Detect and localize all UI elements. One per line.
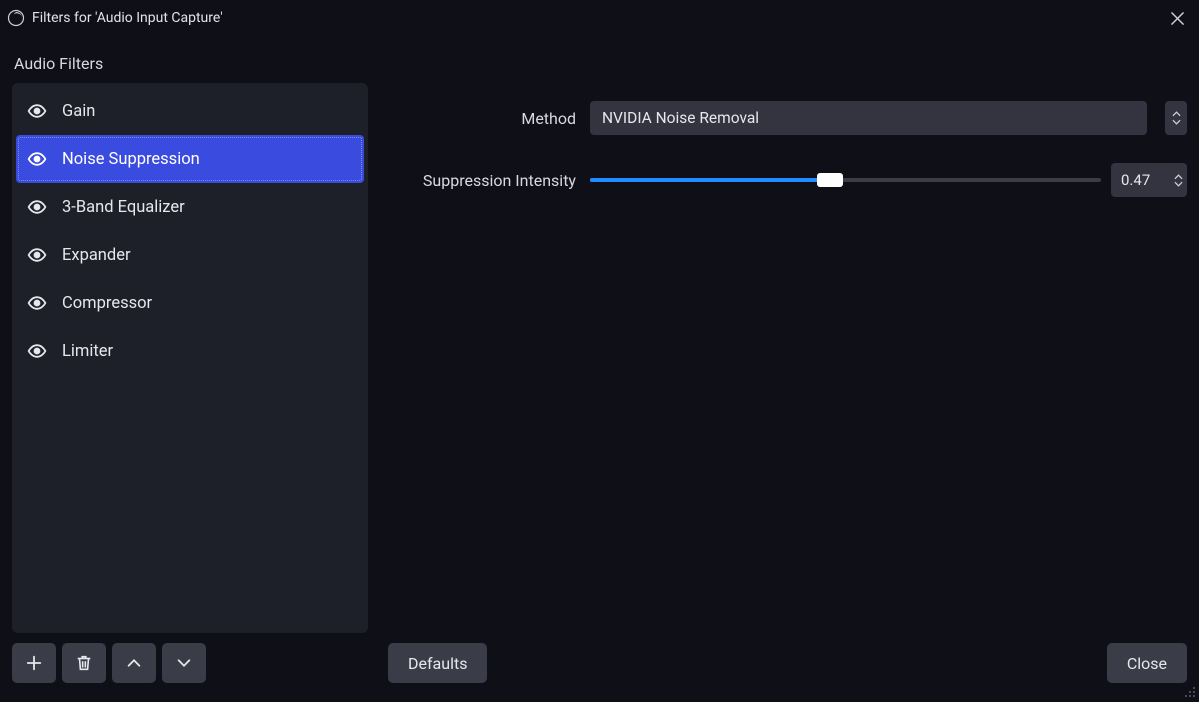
slider-thumb[interactable] [817, 173, 843, 187]
remove-filter-button[interactable] [62, 643, 106, 683]
defaults-button[interactable]: Defaults [388, 643, 487, 683]
filter-item[interactable]: 3-Band Equalizer [16, 183, 364, 231]
method-label: Method [382, 109, 576, 128]
spinbox-up-icon[interactable] [1174, 174, 1183, 180]
filter-item[interactable]: Expander [16, 231, 364, 279]
window-close-button[interactable] [1163, 4, 1191, 32]
move-filter-up-button[interactable] [112, 643, 156, 683]
intensity-label: Suppression Intensity [382, 171, 576, 190]
add-filter-button[interactable] [12, 643, 56, 683]
filter-properties-pane: Method NVIDIA Noise Removal Suppression … [382, 83, 1187, 633]
filter-item-label: Limiter [62, 342, 113, 361]
chevron-up-icon [125, 654, 143, 672]
visibility-toggle-icon[interactable] [26, 100, 48, 122]
filter-item-label: 3-Band Equalizer [62, 198, 185, 217]
visibility-toggle-icon[interactable] [26, 148, 48, 170]
section-label-audio-filters: Audio Filters [14, 54, 1187, 73]
filter-item[interactable]: Compressor [16, 279, 364, 327]
method-select-value: NVIDIA Noise Removal [602, 109, 759, 127]
intensity-row: Suppression Intensity 0.47 [382, 163, 1187, 197]
filter-list: Gain Noise Suppression 3-Band Equalizer Exp… [12, 83, 368, 633]
visibility-toggle-icon[interactable] [26, 340, 48, 362]
visibility-toggle-icon[interactable] [26, 244, 48, 266]
intensity-spinbox[interactable]: 0.47 [1111, 163, 1187, 197]
trash-icon [75, 654, 93, 672]
visibility-toggle-icon[interactable] [26, 196, 48, 218]
close-button-label: Close [1127, 654, 1167, 673]
chevron-down-icon [1172, 119, 1181, 125]
intensity-value: 0.47 [1121, 171, 1174, 189]
filter-item-label: Noise Suppression [62, 150, 200, 169]
bottom-toolbar: Defaults Close [12, 641, 1187, 685]
move-filter-down-button[interactable] [162, 643, 206, 683]
titlebar: Filters for 'Audio Input Capture' [0, 0, 1199, 36]
spinbox-down-icon[interactable] [1174, 181, 1183, 187]
chevron-up-icon [1172, 111, 1181, 117]
obs-logo-icon [6, 8, 26, 28]
intensity-slider[interactable] [590, 170, 1101, 190]
plus-icon [25, 654, 43, 672]
method-row: Method NVIDIA Noise Removal [382, 101, 1187, 135]
filter-item-label: Gain [62, 102, 95, 121]
close-button[interactable]: Close [1107, 643, 1187, 683]
method-select[interactable]: NVIDIA Noise Removal [590, 101, 1147, 135]
filter-item[interactable]: Noise Suppression [16, 135, 364, 183]
defaults-button-label: Defaults [408, 654, 467, 673]
method-select-stepper[interactable] [1165, 101, 1187, 135]
filter-item-label: Compressor [62, 294, 152, 313]
filter-item[interactable]: Gain [16, 87, 364, 135]
filter-item[interactable]: Limiter [16, 327, 364, 375]
window-title: Filters for 'Audio Input Capture' [32, 10, 223, 26]
chevron-down-icon [175, 654, 193, 672]
filter-item-label: Expander [62, 246, 131, 265]
resize-grip-icon[interactable] [1184, 684, 1196, 696]
visibility-toggle-icon[interactable] [26, 292, 48, 314]
